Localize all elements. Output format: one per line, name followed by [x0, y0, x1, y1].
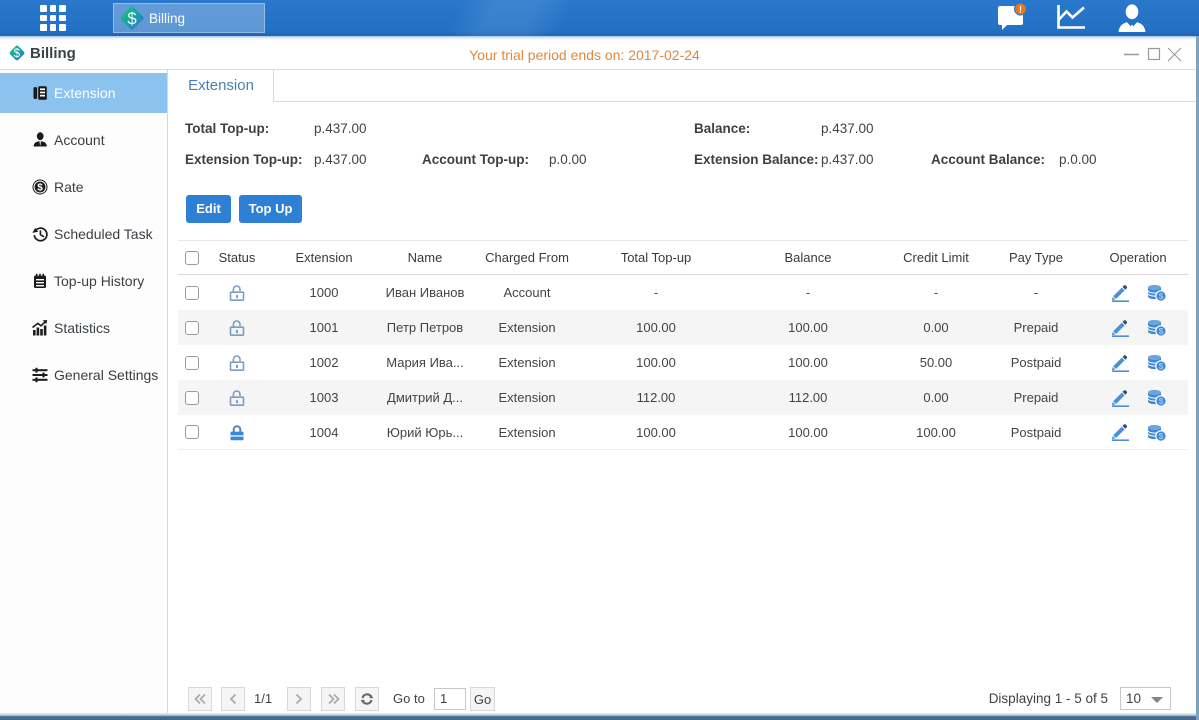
svg-text:$: $: [127, 9, 137, 28]
svg-text:$: $: [1158, 326, 1163, 336]
svg-text:$: $: [1158, 361, 1163, 371]
svg-text:$: $: [1158, 396, 1163, 406]
svg-text:$: $: [37, 183, 43, 194]
svg-text:$: $: [1158, 291, 1163, 301]
svg-text:!: !: [1019, 5, 1022, 15]
svg-text:$: $: [1158, 431, 1163, 441]
